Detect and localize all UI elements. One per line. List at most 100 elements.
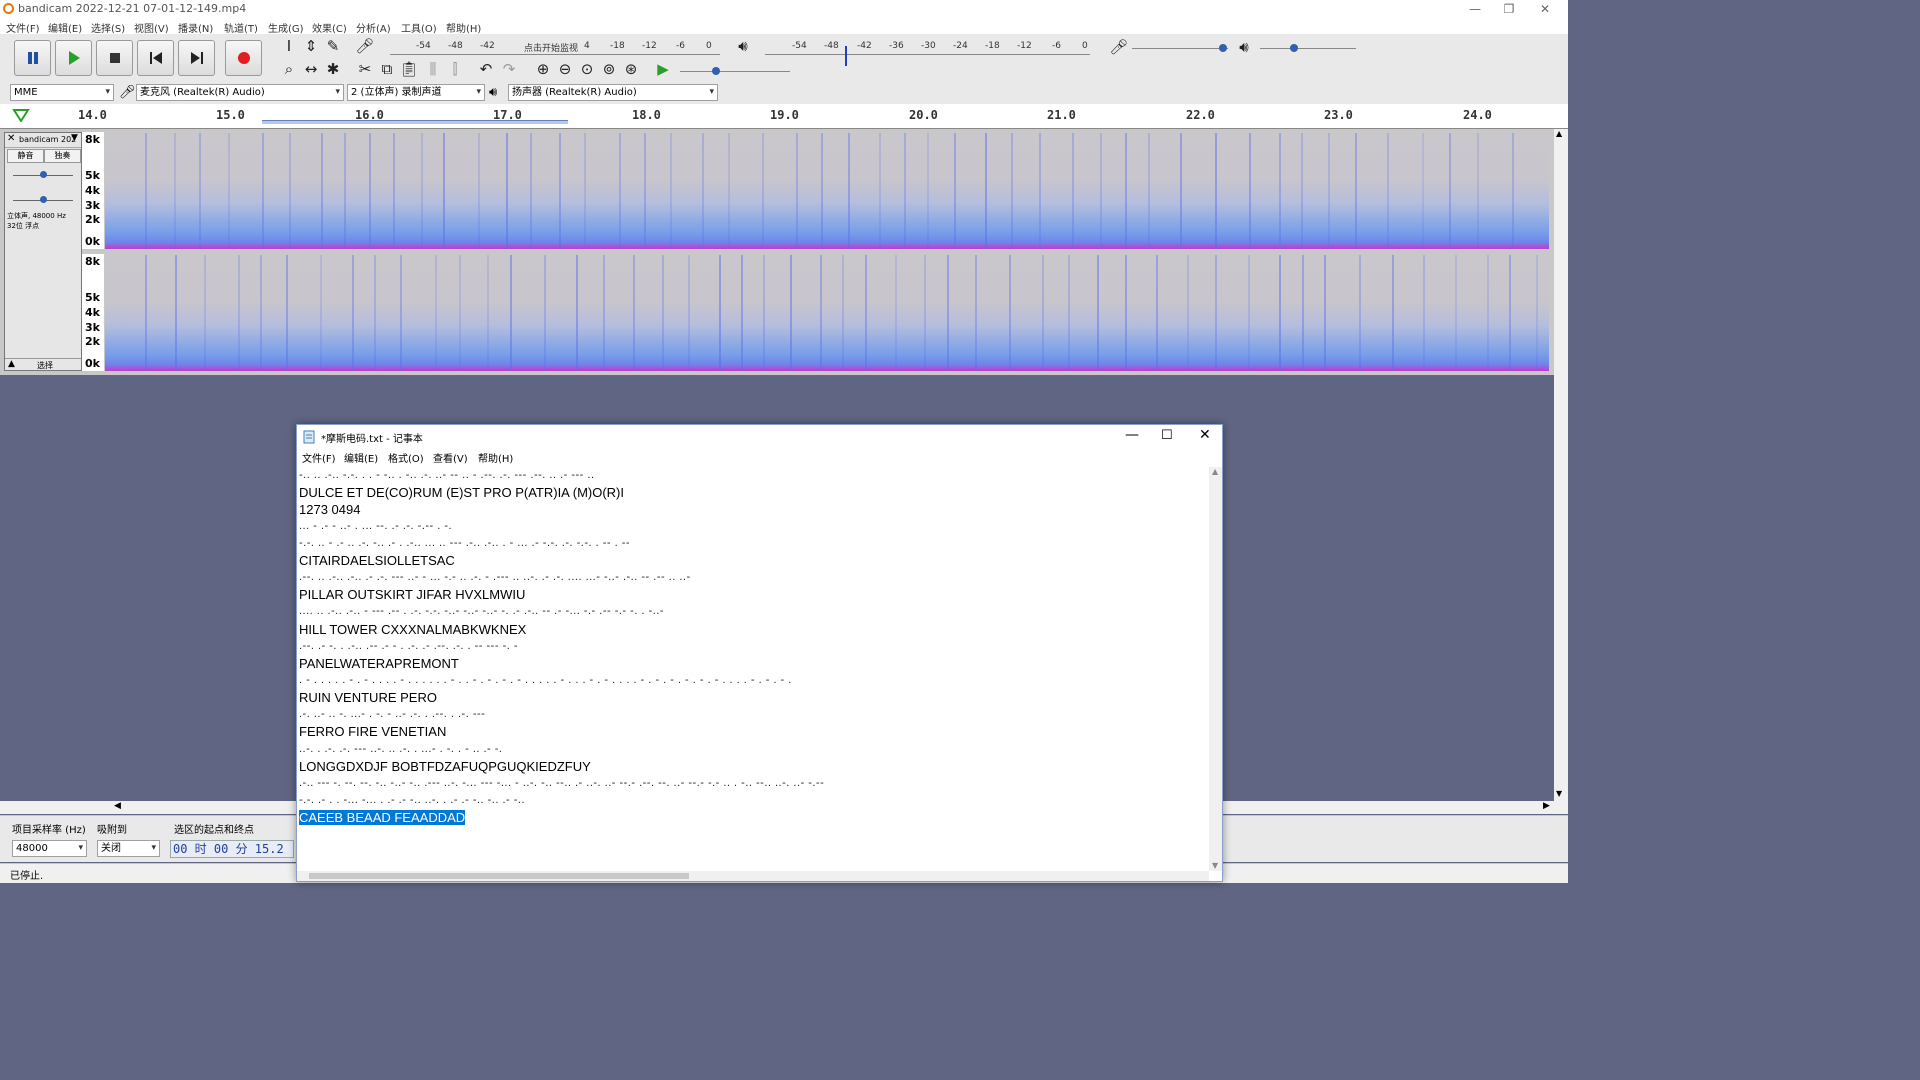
zoom-toggle-icon[interactable]: ⊛ [621, 59, 641, 79]
notepad-hscroll-thumb[interactable] [309, 873, 689, 879]
notepad-text-area[interactable]: -.. .. .-.. -.-. . . - -.. . -.. .-. ..-… [297, 467, 1209, 871]
zoom-in-icon[interactable]: ⊕ [533, 59, 553, 79]
menu-select[interactable]: 选择(S) [91, 20, 125, 35]
record-volume-slider[interactable] [1132, 48, 1228, 49]
menu-analyze[interactable]: 分析(A) [356, 20, 391, 35]
notepad-horizontal-scrollbar[interactable] [297, 871, 1209, 881]
playback-volume-slider[interactable] [1260, 48, 1356, 49]
play-button[interactable] [55, 40, 92, 76]
playback-volume-thumb[interactable] [1290, 44, 1298, 52]
menu-help[interactable]: 帮助(H) [446, 20, 481, 35]
input-device-select[interactable]: 麦克风 (Realtek(R) Audio) ▾ [136, 84, 344, 101]
notepad-minimize-button[interactable]: — [1125, 427, 1139, 443]
channels-select[interactable]: 2 (立体声) 录制声道 ▾ [347, 84, 485, 101]
collapse-track-icon[interactable]: ▲ [8, 359, 15, 369]
spectrogram-streak [842, 255, 844, 371]
envelope-tool-icon[interactable]: ⇕ [301, 36, 321, 56]
chevron-down-icon[interactable]: ▼ [71, 133, 78, 143]
copy-icon[interactable]: ⧉ [377, 59, 397, 79]
track-header[interactable]: ✕ bandicam 202 ▼ [5, 133, 81, 148]
zoom-out-icon[interactable]: ⊖ [555, 59, 575, 79]
play-head-triangle-icon[interactable] [12, 108, 30, 122]
playback-meter-speaker-icon[interactable]: 🔊︎ [733, 36, 753, 56]
scroll-up-icon[interactable]: ▲ [1212, 467, 1218, 476]
output-device-select[interactable]: 扬声器 (Realtek(R) Audio) ▾ [508, 84, 718, 101]
menu-view[interactable]: 视图(V) [134, 20, 169, 35]
close-track-icon[interactable]: ✕ [7, 133, 15, 144]
track-name[interactable]: bandicam 202 [19, 135, 76, 144]
scroll-down-icon[interactable]: ▼ [1212, 861, 1218, 870]
scroll-left-icon[interactable]: ◀ [114, 801, 121, 811]
stop-button[interactable] [96, 40, 133, 76]
record-monitor-hint[interactable]: 点击开始监视 [524, 41, 578, 54]
multi-tool-icon[interactable]: ✱ [323, 59, 343, 79]
notepad-menu-view[interactable]: 查看(V) [433, 450, 468, 465]
play-speed-slider[interactable] [680, 71, 790, 72]
solo-button[interactable]: 独奏 [44, 149, 81, 163]
select-track-button[interactable]: 选择 [37, 360, 53, 371]
draw-tool-icon[interactable]: ✎ [323, 36, 343, 56]
record-button[interactable] [225, 40, 262, 76]
spectrogram-streak [1477, 133, 1479, 249]
mute-button[interactable]: 静音 [7, 149, 44, 163]
timeshift-tool-icon[interactable]: ↔ [301, 59, 321, 79]
gain-thumb[interactable] [40, 171, 47, 178]
record-meter-mic-icon[interactable]: 🎤︎ [355, 36, 375, 56]
notepad-title-bar[interactable]: *摩斯电码.txt - 记事本 — ☐ ✕ [297, 425, 1222, 449]
menu-transport[interactable]: 播录(N) [178, 20, 213, 35]
menu-generate[interactable]: 生成(G) [268, 20, 304, 35]
notepad-window[interactable]: *摩斯电码.txt - 记事本 — ☐ ✕ 文件(F) 编辑(E) 格式(O) … [296, 424, 1223, 882]
spectrogram-channel-right[interactable] [105, 255, 1549, 371]
menu-effect[interactable]: 效果(C) [312, 20, 347, 35]
undo-icon[interactable]: ↶ [476, 59, 496, 79]
notepad-menu-edit[interactable]: 编辑(E) [344, 450, 378, 465]
menu-tools[interactable]: 工具(O) [401, 20, 437, 35]
notepad-vertical-scrollbar[interactable]: ▲ ▼ [1209, 467, 1222, 871]
skip-start-button[interactable] [137, 40, 174, 76]
play-speed-thumb[interactable] [712, 67, 720, 75]
play-at-speed-icon[interactable]: ▶ [653, 59, 673, 79]
fit-selection-icon[interactable]: ⊙ [577, 59, 597, 79]
playback-meter[interactable] [765, 54, 1090, 55]
record-scale-label: -12 [642, 41, 657, 51]
skip-end-button[interactable] [178, 40, 215, 76]
audio-host-select[interactable]: MME ▾ [10, 84, 114, 101]
paste-icon[interactable]: 📋︎ [399, 59, 419, 79]
timeline-ruler[interactable]: 14.0 15.0 16.0 17.0 18.0 19.0 20.0 21.0 … [0, 104, 1568, 129]
menu-bar: 文件(F) 编辑(E) 选择(S) 视图(V) 播录(N) 轨道(T) 生成(G… [0, 18, 1568, 35]
track-vertical-scrollbar[interactable]: ▲ ▼ [1554, 129, 1568, 801]
pan-thumb[interactable] [40, 196, 47, 203]
playback-meter-peak [845, 46, 847, 66]
trim-icon[interactable]: ⫼ [423, 59, 443, 79]
project-rate-select[interactable]: 48000 ▾ [12, 840, 87, 857]
notepad-menu-help[interactable]: 帮助(H) [478, 450, 513, 465]
scroll-down-icon[interactable]: ▼ [1556, 789, 1562, 798]
notepad-maximize-button[interactable]: ☐ [1161, 428, 1173, 443]
track-control-panel[interactable]: ✕ bandicam 202 ▼ 静音 独奏 立体声, 48000 Hz 32位… [4, 132, 82, 371]
snap-to-select[interactable]: 关闭 ▾ [97, 840, 160, 857]
record-meter[interactable] [390, 54, 720, 55]
menu-edit[interactable]: 编辑(E) [48, 20, 82, 35]
pause-button[interactable] [14, 40, 51, 76]
text-line: -.-. .. - .- .. .-. -.. .- . .-.. ... ..… [299, 537, 631, 549]
spectrogram-streak [821, 133, 823, 249]
scroll-right-icon[interactable]: ▶ [1543, 801, 1550, 811]
menu-tracks[interactable]: 轨道(T) [224, 20, 258, 35]
fit-project-icon[interactable]: ⊚ [599, 59, 619, 79]
notepad-menu-file[interactable]: 文件(F) [302, 450, 336, 465]
redo-icon[interactable]: ↷ [499, 59, 519, 79]
selection-range-bar[interactable] [262, 120, 568, 124]
zoom-tool-icon[interactable]: ⌕ [279, 59, 299, 79]
notepad-close-button[interactable]: ✕ [1199, 427, 1211, 443]
silence-icon[interactable]: ⫿ [445, 59, 465, 79]
selection-start-time[interactable]: 00 时 00 分 15.2 [170, 840, 294, 858]
close-button[interactable]: ✕ [1522, 0, 1568, 18]
selection-tool-icon[interactable]: I [279, 36, 299, 56]
notepad-menu-format[interactable]: 格式(O) [388, 450, 424, 465]
record-volume-thumb[interactable] [1219, 44, 1227, 52]
selected-text[interactable]: CAEEB BEAAD FEAADDAD [299, 810, 466, 825]
scroll-up-icon[interactable]: ▲ [1556, 129, 1562, 138]
spectrogram-channel-left[interactable] [105, 133, 1549, 249]
menu-file[interactable]: 文件(F) [6, 20, 40, 35]
cut-icon[interactable]: ✂ [355, 59, 375, 79]
